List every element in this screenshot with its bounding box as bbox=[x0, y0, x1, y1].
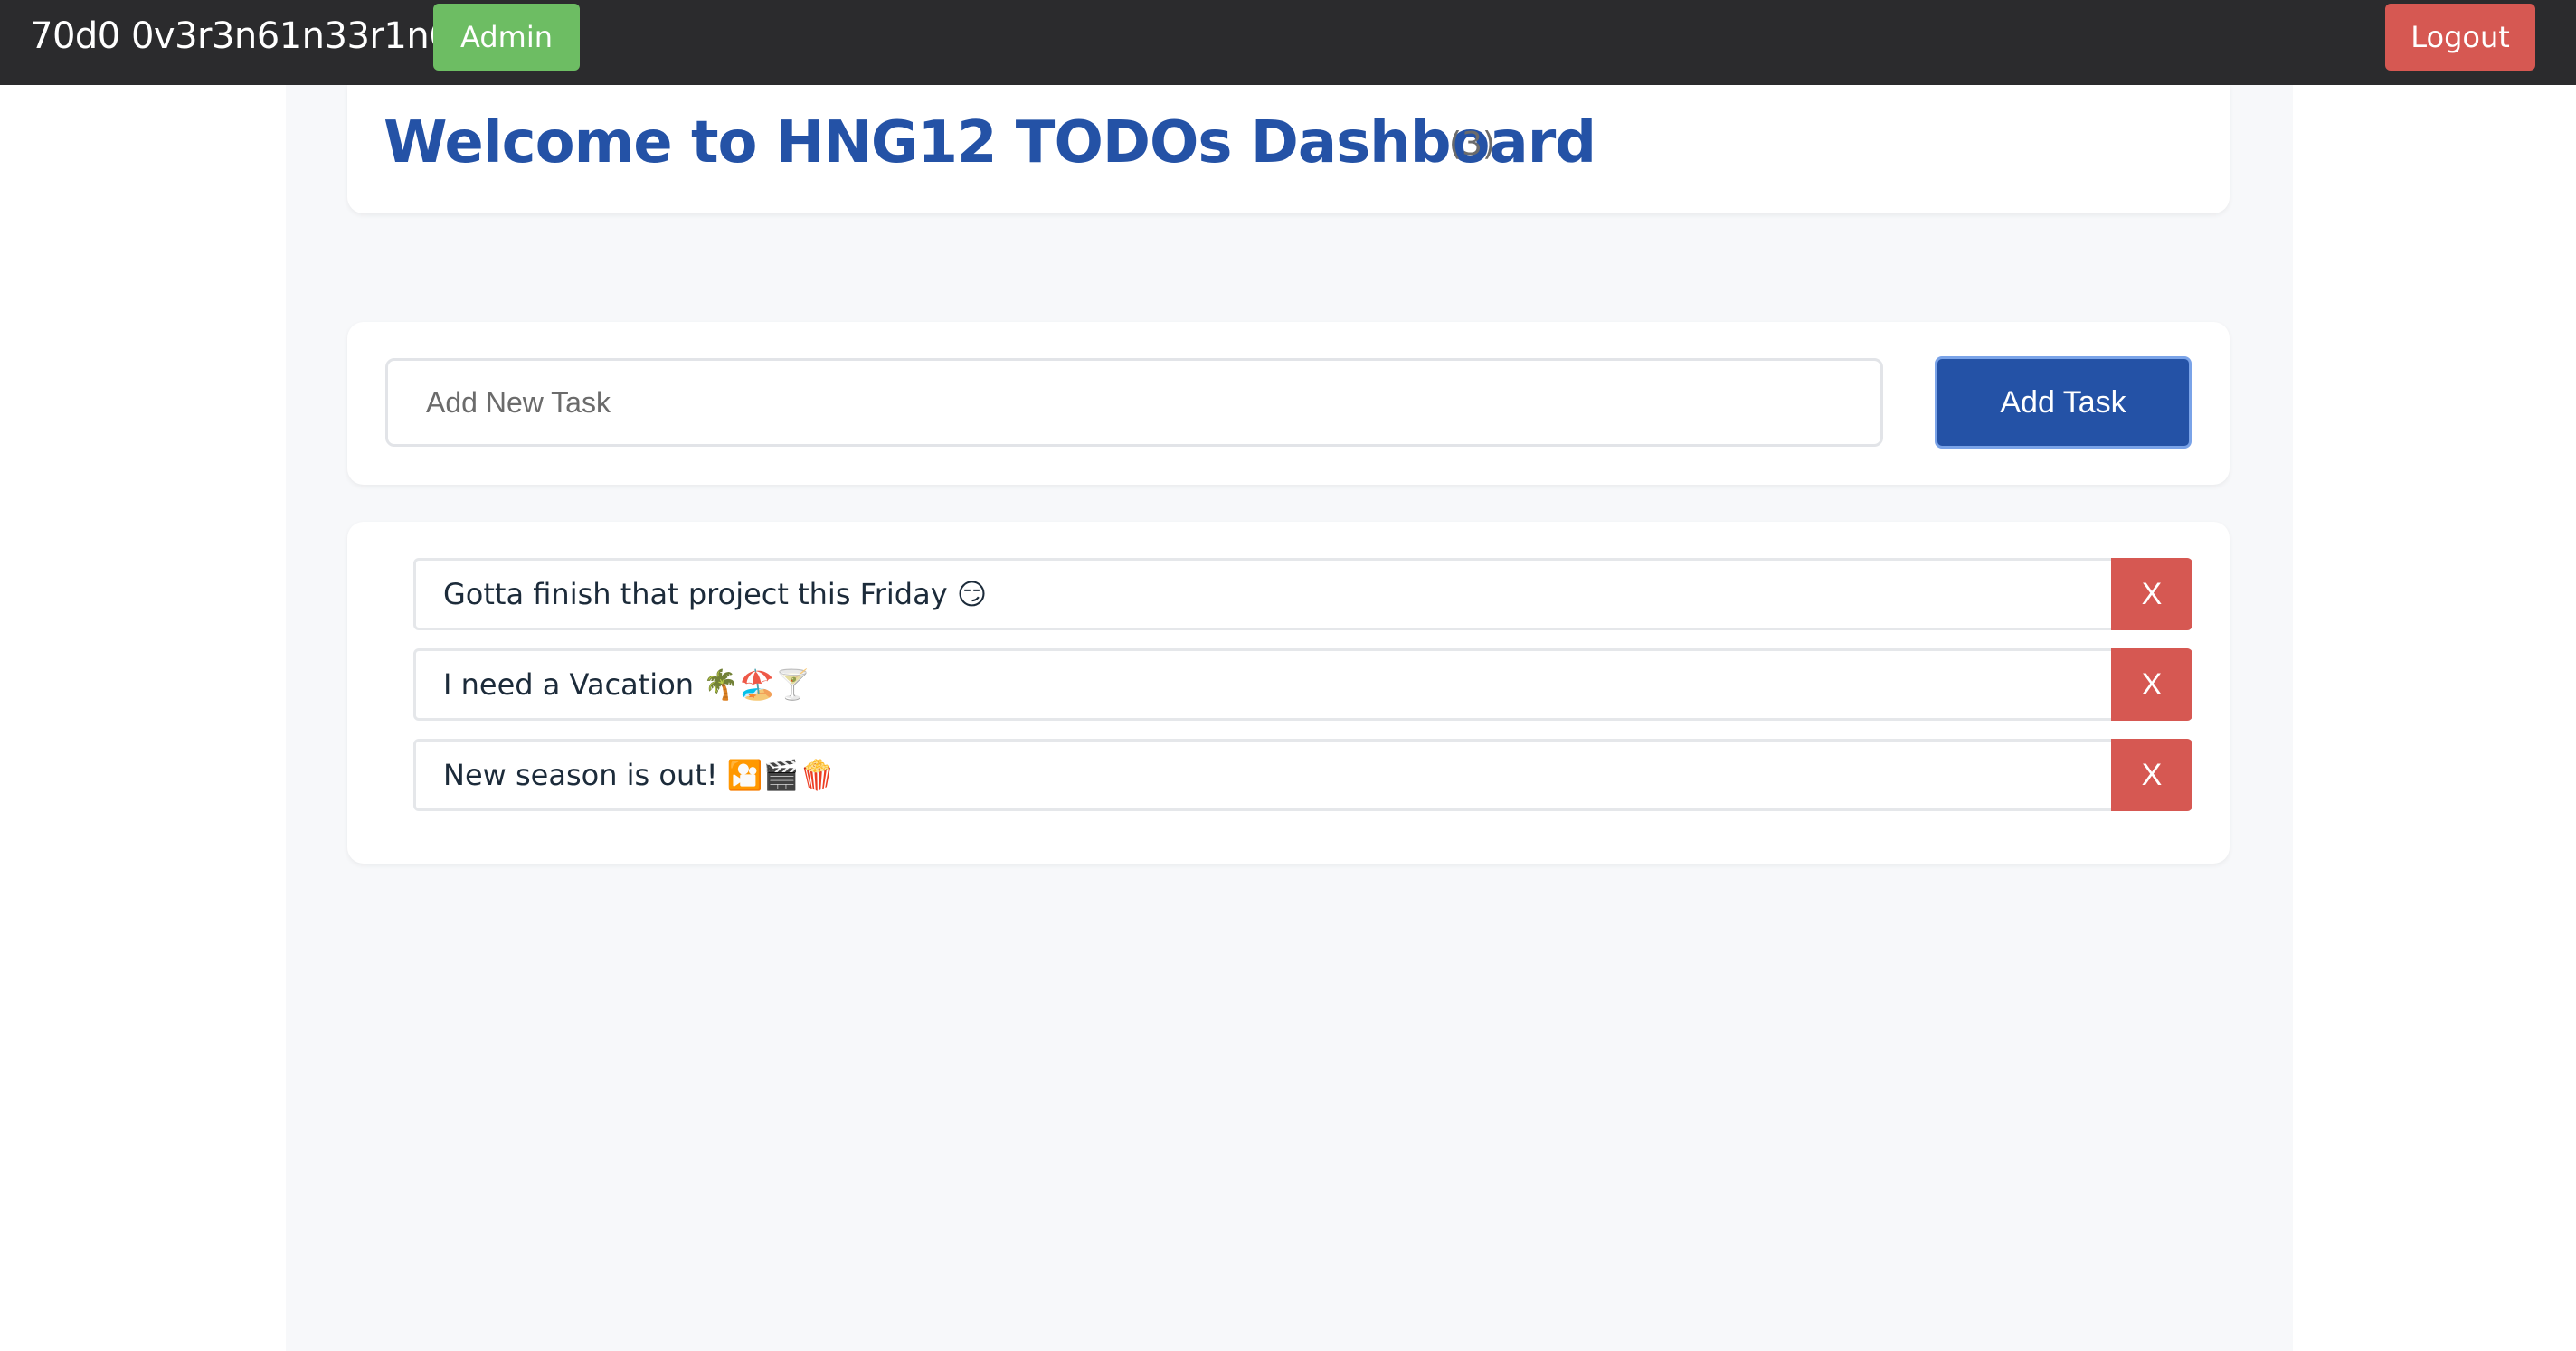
header-card: Welcome to HNG12 TODOs Dashboard (3) bbox=[347, 85, 2230, 213]
logout-button[interactable]: Logout bbox=[2385, 4, 2535, 71]
add-task-button[interactable]: Add Task bbox=[1935, 356, 2192, 449]
task-text: New season is out! 🎦🎬🍿 bbox=[443, 758, 836, 792]
new-task-input[interactable] bbox=[385, 358, 1883, 447]
task-count: (3) bbox=[1449, 126, 1495, 163]
task-text: Gotta finish that project this Friday 😏 bbox=[443, 577, 988, 611]
task-item: Gotta finish that project this Friday 😏 … bbox=[413, 558, 2192, 630]
page-title: Welcome to HNG12 TODOs Dashboard bbox=[384, 109, 1596, 176]
top-navbar: 70d0 0v3r3n61n33r1n6 Admin Logout bbox=[0, 0, 2576, 85]
task-item: I need a Vacation 🌴🏖️🍸 X bbox=[413, 648, 2192, 721]
task-item: New season is out! 🎦🎬🍿 X bbox=[413, 739, 2192, 811]
delete-task-button[interactable]: X bbox=[2111, 558, 2192, 630]
delete-task-button[interactable]: X bbox=[2111, 739, 2192, 811]
delete-task-button[interactable]: X bbox=[2111, 648, 2192, 721]
brand-title: 70d0 0v3r3n61n33r1n6 bbox=[30, 15, 452, 57]
task-list: Gotta finish that project this Friday 😏 … bbox=[347, 522, 2230, 864]
task-text: I need a Vacation 🌴🏖️🍸 bbox=[443, 667, 811, 702]
admin-button[interactable]: Admin bbox=[433, 4, 580, 71]
add-task-form: Add Task bbox=[347, 322, 2230, 485]
